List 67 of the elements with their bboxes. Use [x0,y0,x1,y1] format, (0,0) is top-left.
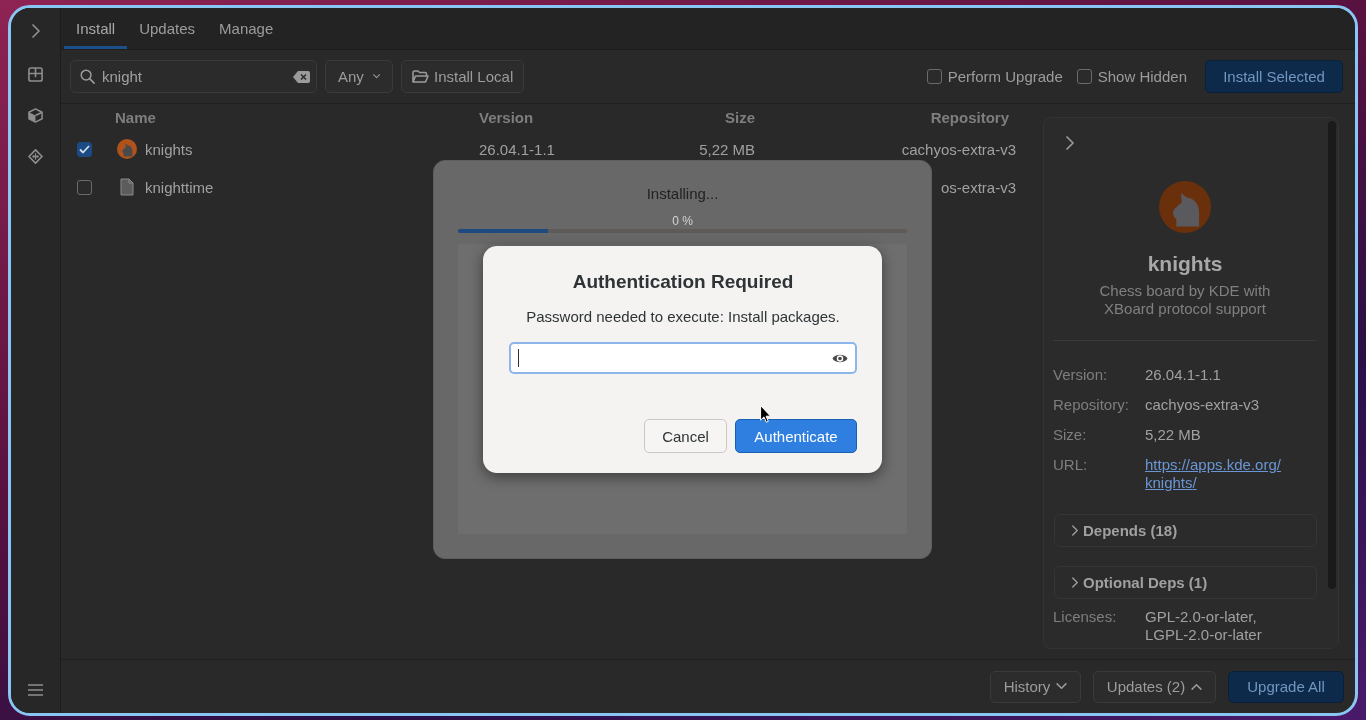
tab[interactable]: Manage [207,8,286,49]
tab[interactable]: Updates [127,8,208,49]
toolbar-button[interactable]: History [990,670,1081,703]
install-selected-button[interactable]: Install Selected [1205,60,1343,93]
package-name: knighttime [145,178,214,196]
app-name: knights [1147,251,1223,277]
chess-knight-icon [1159,181,1211,233]
table-cell: 26.04.1-1.1 [479,140,555,158]
chevron-down-icon [372,73,380,80]
field-label: Size: [1053,426,1087,444]
column-header[interactable]: Size [725,108,755,126]
search-field[interactable]: knight [70,60,317,93]
field-label: Version: [1053,366,1108,384]
scrollbar-thumb[interactable] [1328,121,1336,589]
folder-icon [412,69,429,84]
row-checkbox[interactable] [76,141,92,157]
section-header[interactable]: Optional Deps (1) [1054,566,1317,599]
app-description: Chess board by KDE with XBoard protocol support [1098,282,1272,318]
column-header[interactable]: Name [115,108,156,126]
install-local-button[interactable]: Install Local [401,60,525,93]
diamond-icon[interactable] [28,149,43,164]
eye-icon[interactable] [832,352,848,364]
dialog-message: Password needed to execute: Install packages. [526,308,840,326]
url-link[interactable]: https://apps.kde.org/knights/ [1145,456,1285,492]
field-value: cachyos-extra-v3 [1145,396,1260,413]
checkbox-label: Show Hidden [1097,68,1187,85]
column-header[interactable]: Version [479,108,534,126]
row-checkbox[interactable] [76,179,92,195]
password-field[interactable] [509,342,857,374]
chevron-right-icon[interactable] [1066,136,1074,150]
dialog-title: Authentication Required [572,271,794,293]
tab[interactable]: Install [64,8,128,49]
field-value: 5,22 MB [1145,426,1201,443]
table-cell: 5,22 MB [699,140,755,158]
clear-icon[interactable] [293,70,310,83]
checkbox-label: Perform Upgrade [947,68,1063,85]
cube-icon[interactable] [28,108,43,123]
table-cell: os-extra-v3 [940,178,1016,196]
section-header[interactable]: Depends (18) [1054,514,1317,547]
checkbox[interactable] [926,69,942,84]
field-label: Licenses: [1053,608,1117,627]
column-header[interactable]: Repository [930,108,1009,126]
search-icon [80,69,95,84]
file-icon [120,178,134,196]
dialog-title: Installing... [646,185,719,203]
field-value: 26.04.1-1.1 [1145,366,1221,383]
checkmark-icon [78,144,90,154]
mouse-pointer-icon [760,405,771,423]
checkbox[interactable] [1076,69,1092,84]
menu-icon[interactable] [28,684,43,696]
field-value: GPL-2.0-or-later, LGPL-2.0-or-later [1145,608,1263,644]
grid-box-icon[interactable] [28,67,43,82]
progress-percent: 0 % [672,214,693,228]
dialog-button[interactable]: Cancel [644,419,727,453]
toolbar-button[interactable]: Upgrade All [1228,670,1344,703]
field-label: Repository: [1053,396,1129,414]
filter-dropdown[interactable]: Any [325,60,393,93]
field-label: URL: [1053,456,1088,475]
package-name: knights [145,140,193,158]
chevron-down-icon [1056,683,1068,690]
dialog-button[interactable]: Authenticate [735,419,857,453]
table-cell: cachyos-extra-v3 [901,140,1016,158]
text-cursor-icon [518,349,519,367]
chevron-up-icon [1191,683,1203,690]
chess-knight-icon [117,139,137,159]
chevron-right-icon[interactable] [31,24,40,38]
toolbar-button[interactable]: Updates (2) [1093,670,1216,703]
